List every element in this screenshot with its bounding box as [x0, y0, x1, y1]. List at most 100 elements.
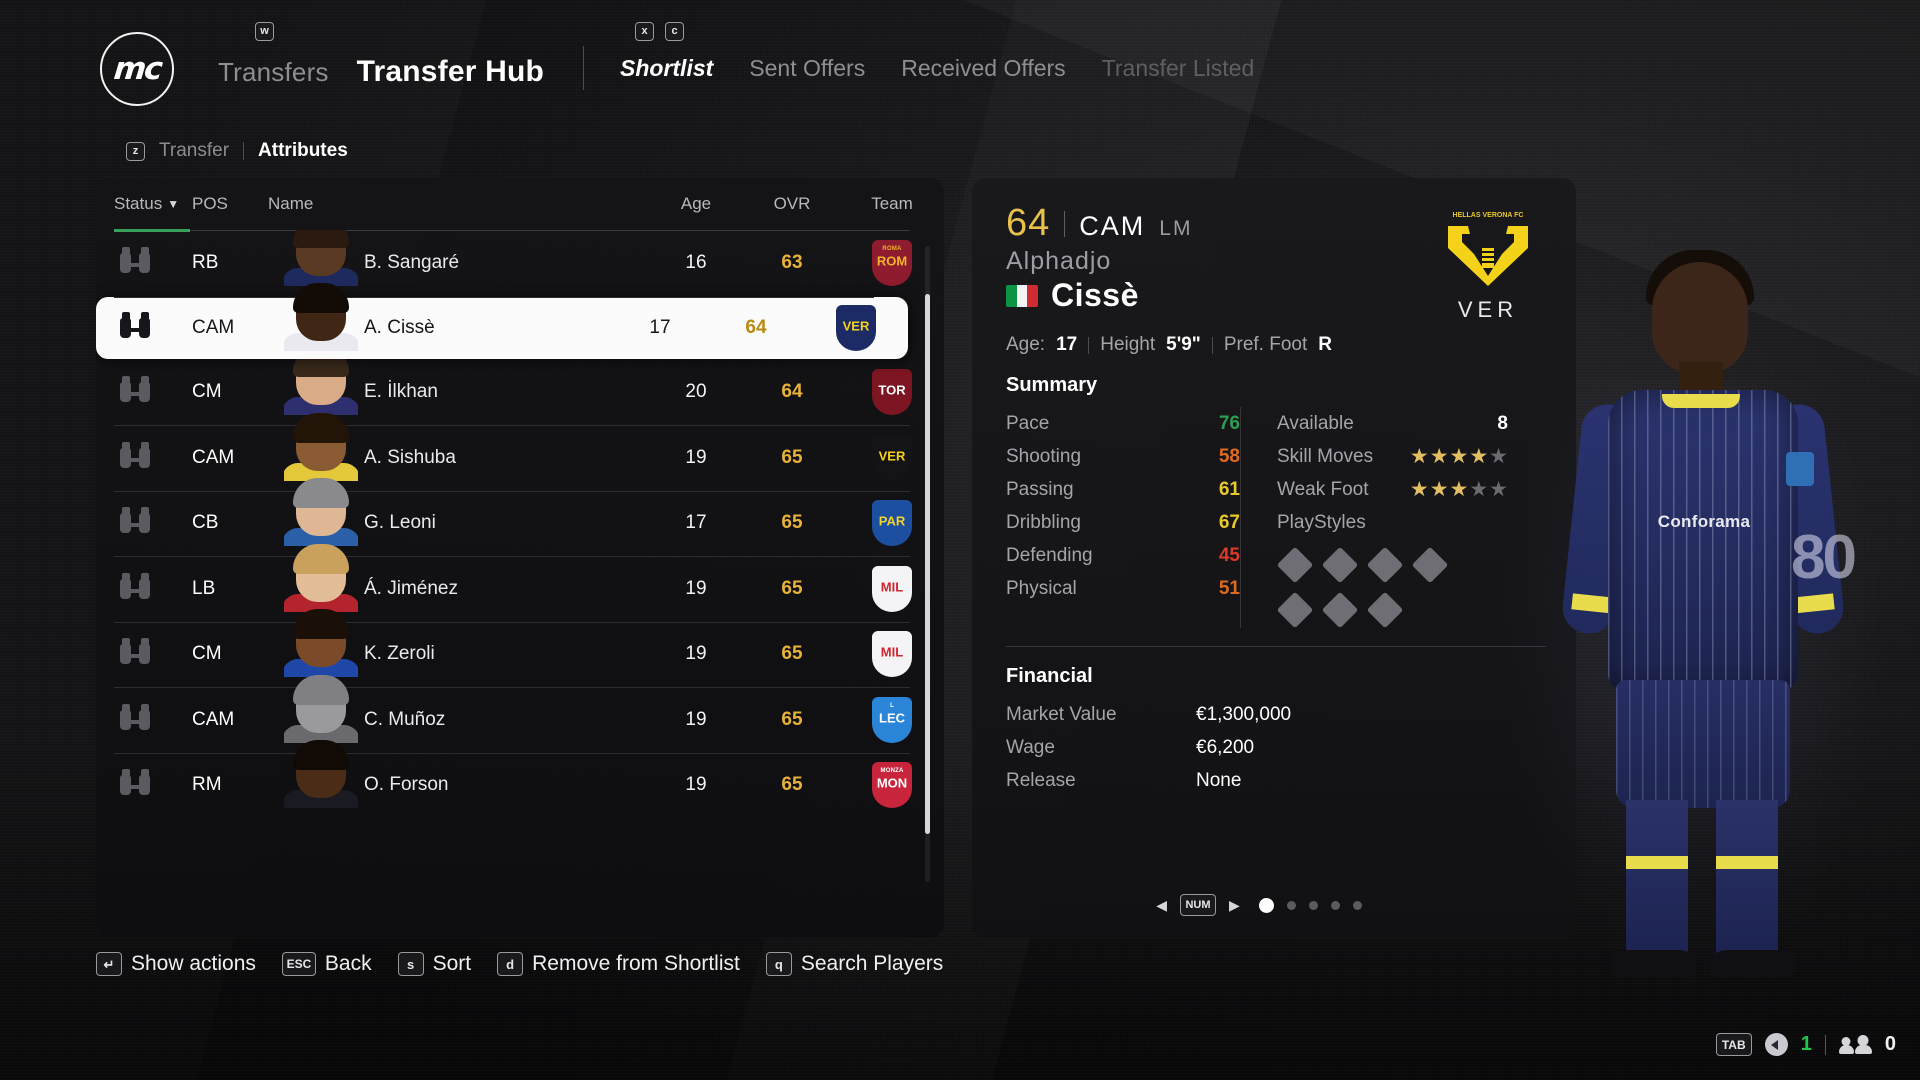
table-row[interactable]: CAM A. Sishuba 19 65 VER	[96, 412, 944, 491]
attribute-label: Dribbling	[1006, 511, 1081, 533]
action-key[interactable]: ESC	[281, 952, 316, 976]
row-status-icon[interactable]	[96, 507, 192, 539]
action-hint[interactable]: s Sort	[397, 952, 471, 976]
bio-age-value: 17	[1056, 334, 1078, 355]
action-hint[interactable]: q Search Players	[765, 952, 944, 976]
render-jersey	[1608, 390, 1798, 690]
table-row[interactable]: CB G. Leoni 17 65 PAR	[96, 478, 944, 557]
players-online-count: 0	[1884, 1033, 1896, 1055]
star-icon: ★	[1409, 478, 1429, 501]
key-hint-w[interactable]: w	[255, 22, 274, 41]
playstyle-slot-icon	[1321, 591, 1359, 629]
key-hint-z[interactable]: z	[126, 141, 145, 161]
row-position: RM	[192, 774, 222, 796]
action-hint[interactable]: ↵ Show actions	[96, 952, 256, 976]
financial-value: €6,200	[1196, 736, 1255, 758]
nav-item-received-offers[interactable]: Received Offers	[901, 55, 1065, 82]
render-shorts	[1616, 680, 1790, 808]
row-status-icon[interactable]	[96, 703, 192, 736]
bio-height-label: Height	[1100, 334, 1156, 355]
nav-item-transfers[interactable]: Transfers	[218, 57, 329, 88]
pager-dot[interactable]	[1286, 900, 1296, 910]
row-status-icon[interactable]	[96, 441, 192, 474]
pager-next-icon[interactable]: ▶	[1229, 897, 1240, 914]
primary-position: CAM	[1079, 211, 1146, 241]
tab-attributes[interactable]: Attributes	[258, 140, 348, 162]
action-key[interactable]: s	[397, 952, 424, 976]
row-status-icon[interactable]	[96, 246, 192, 279]
financial-value: None	[1196, 769, 1242, 791]
pager-dot[interactable]	[1258, 897, 1274, 913]
star-icon: ★	[1489, 478, 1508, 501]
playstyle-slot-icon	[1411, 546, 1449, 584]
action-label: Back	[324, 952, 372, 975]
playstyles-label: PlayStyles	[1277, 511, 1366, 533]
financial-rows: Market Value €1,300,000 Wage €6,200 Release N…	[1006, 698, 1546, 797]
row-position: CAM	[192, 708, 235, 730]
table-row[interactable]: RB B. Sangaré 16 63 ROMA ROM	[96, 230, 944, 296]
row-age: 19	[685, 577, 707, 599]
nav-item-transfer-hub[interactable]: Transfer Hub	[357, 55, 544, 89]
list-scrollbar-thumb[interactable]	[925, 294, 930, 834]
nav-item-sent-offers[interactable]: Sent Offers	[749, 55, 865, 82]
action-key[interactable]: ↵	[96, 952, 122, 976]
column-header-ovr[interactable]: OVR	[744, 194, 840, 214]
pager-dot[interactable]	[1308, 900, 1318, 910]
table-row[interactable]: RM O. Forson 19 65 MONZA MON	[96, 740, 944, 819]
attribute-value: 51	[1218, 577, 1240, 599]
column-header-team[interactable]: Team	[840, 194, 944, 214]
tab-transfer[interactable]: Transfer	[159, 140, 229, 162]
row-status-icon[interactable]	[96, 572, 192, 605]
attribute-label: Physical	[1006, 577, 1077, 599]
row-status-icon[interactable]	[96, 376, 192, 408]
shortlist-panel: Status ▼ POS Name Age OVR Team RB B. Sang…	[96, 178, 944, 938]
table-row[interactable]: CM K. Zeroli 19 65 MIL	[96, 609, 944, 688]
pager-dot[interactable]	[1330, 900, 1340, 910]
row-player-name: B. Sangaré	[364, 251, 460, 273]
row-position: LB	[192, 577, 216, 599]
action-label: Search Players	[800, 952, 944, 975]
table-row[interactable]: CAM A. Cissè 17 64 VER	[96, 282, 908, 359]
table-row[interactable]: CM E. İlkhan 20 64 TOR	[96, 347, 944, 426]
attribute-row: Shooting 58	[1006, 440, 1240, 473]
row-status-icon[interactable]	[96, 769, 192, 801]
row-status-icon[interactable]	[96, 311, 192, 344]
team-crest-icon: ROMA ROM	[872, 239, 912, 286]
playstyle-slot-icon	[1366, 591, 1404, 629]
action-hint[interactable]: d Remove from Shortlist	[497, 952, 740, 976]
financial-label: Market Value	[1006, 703, 1117, 725]
table-row[interactable]: CAM C. Muñoz 19 65 L LEC	[96, 674, 944, 753]
row-position: CM	[192, 381, 222, 403]
action-hint[interactable]: ESC Back	[281, 952, 372, 976]
key-hint-x[interactable]: x	[635, 22, 654, 41]
nav-item-transfer-listed[interactable]: Transfer Listed	[1102, 55, 1255, 82]
row-status-icon[interactable]	[96, 638, 192, 670]
skill-moves-stars: ★ ★ ★ ★ ★	[1410, 446, 1508, 467]
attribute-value: 58	[1218, 445, 1240, 467]
weak-foot-row: Weak Foot ★ ★ ★ ★ ★	[1277, 473, 1508, 506]
financial-label: Wage	[1006, 736, 1055, 758]
player-bio-line: Age: 17 Height 5'9" Pref. Foot R	[1006, 334, 1546, 356]
key-hint-num[interactable]: NUM	[1180, 894, 1216, 916]
key-hint-c[interactable]: c	[665, 22, 684, 41]
row-age: 19	[685, 774, 707, 796]
financial-divider	[1006, 646, 1546, 647]
nav-item-shortlist[interactable]: Shortlist	[620, 55, 713, 82]
key-hint-tab[interactable]: TAB	[1715, 1033, 1752, 1056]
render-sponsor-text: Conforama	[1657, 512, 1751, 531]
column-header-pos[interactable]: POS	[192, 194, 268, 214]
action-key[interactable]: q	[765, 952, 792, 976]
row-age: 17	[685, 512, 707, 534]
column-header-status[interactable]: Status ▼	[96, 194, 192, 214]
row-position: CAM	[192, 316, 235, 338]
column-header-age[interactable]: Age	[648, 194, 744, 214]
action-key[interactable]: d	[497, 952, 524, 976]
list-scrollbar[interactable]	[925, 246, 930, 882]
pager-dot[interactable]	[1352, 900, 1362, 910]
pager-prev-icon[interactable]: ◀	[1156, 897, 1167, 914]
table-row[interactable]: LB Á. Jiménez 19 65 MIL	[96, 543, 944, 622]
row-team: VER	[804, 304, 908, 351]
alternate-position: LM	[1159, 217, 1193, 240]
star-icon: ★	[1469, 445, 1489, 468]
column-header-name[interactable]: Name	[268, 194, 648, 214]
